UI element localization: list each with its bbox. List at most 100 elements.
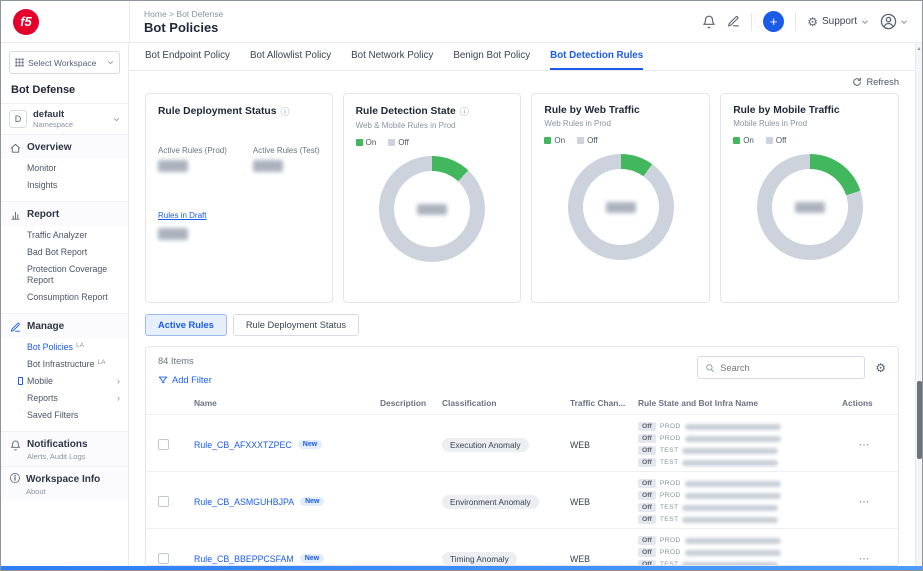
redacted-infra-name — [684, 537, 781, 544]
workspace-selector-label: Select Workspace — [28, 57, 97, 68]
sidebar-item-manage[interactable]: Manage — [1, 313, 128, 338]
rules-in-draft-link[interactable]: Rules in Draft — [158, 211, 206, 220]
scrollbar-thumb[interactable] — [917, 381, 922, 459]
rule-name-link[interactable]: Rule_CB_ASMGUHBJPA — [194, 497, 294, 507]
sidebar-item-traffic-analyzer[interactable]: Traffic Analyzer — [1, 227, 128, 244]
namespace-selector[interactable]: D default Namespace — [1, 103, 128, 135]
vertical-scrollbar[interactable]: ▲ — [915, 43, 922, 566]
subtab-active-rules[interactable]: Active Rules — [145, 314, 227, 336]
workspace-selector[interactable]: Select Workspace — [9, 51, 120, 74]
redacted-infra-name — [682, 459, 779, 466]
sidebar-item-bot-infrastructure[interactable]: Bot Infrastructure LA — [1, 356, 128, 373]
topbar-main: Home > Bot Defense Bot Policies + ⚙ Supp… — [129, 1, 922, 42]
sidebar-item-monitor[interactable]: Monitor — [1, 160, 128, 177]
card-title: Rule by Web Traffic — [544, 105, 640, 116]
card-title: Rule Detection State — [355, 106, 456, 117]
items-count: 84 Items — [158, 356, 194, 366]
rule-state-toggle: Off — [638, 491, 656, 500]
rule-state-toggle: Off — [638, 560, 656, 565]
topbar-divider — [795, 12, 797, 31]
legend-off-swatch — [388, 139, 396, 146]
env-label: TEST — [659, 459, 679, 466]
user-account-button[interactable] — [880, 13, 908, 30]
env-label: TEST — [659, 447, 679, 454]
column-header-description[interactable]: Description — [380, 398, 436, 408]
column-header-traffic[interactable]: Traffic Chan... — [570, 398, 632, 408]
tab-bot-allowlist-policy[interactable]: Bot Allowlist Policy — [250, 43, 331, 70]
card-rule-by-mobile-traffic: Rule by Mobile Traffic Mobile Rules in P… — [720, 93, 899, 303]
tab-benign-bot-policy[interactable]: Benign Bot Policy — [453, 43, 530, 70]
sidebar-item-protection-coverage-report[interactable]: Protection Coverage Report — [1, 261, 128, 289]
row-actions-menu[interactable]: ⋯ — [842, 495, 886, 508]
row-checkbox[interactable] — [158, 496, 169, 507]
sidebar-item-notifications[interactable]: Notifications Alerts, Audit Logs — [1, 432, 128, 467]
redacted-infra-name — [682, 561, 779, 565]
add-new-button[interactable]: + — [763, 11, 785, 32]
sidebar-item-overview[interactable]: Overview — [1, 135, 128, 159]
env-label: PROD — [659, 480, 681, 487]
edit-pencil-button[interactable] — [727, 15, 740, 28]
f5-logo[interactable]: f5 — [13, 8, 39, 35]
notifications-bell-button[interactable] — [702, 15, 716, 29]
row-actions-menu[interactable]: ⋯ — [842, 552, 886, 565]
rule-name-link[interactable]: Rule_CB_BBEPPCSFAM — [194, 554, 294, 564]
sidebar-item-report[interactable]: Report — [1, 201, 128, 226]
table-row: Rule_CB_ASMGUHBJPA New Environment Anoma… — [146, 472, 898, 529]
tab-bot-endpoint-policy[interactable]: Bot Endpoint Policy — [145, 43, 230, 70]
row-checkbox[interactable] — [158, 553, 169, 564]
sidebar-item-insights[interactable]: Insights — [1, 177, 128, 194]
sidebar-item-workspace-info[interactable]: ⓘ Workspace Info About — [1, 467, 128, 502]
sidebar-section-report: Report Traffic Analyzer Bad Bot Report P… — [1, 201, 128, 314]
info-icon[interactable]: ⓘ — [460, 105, 469, 118]
tab-bot-network-policy[interactable]: Bot Network Policy — [351, 43, 433, 70]
rule-state-cell: OffPROD OffPROD OffTEST OffTEST — [638, 479, 836, 524]
namespace-type: Namespace — [33, 120, 74, 129]
row-checkbox[interactable] — [158, 439, 169, 450]
subtab-rule-deployment-status[interactable]: Rule Deployment Status — [232, 314, 360, 336]
refresh-button[interactable]: Refresh — [852, 77, 899, 87]
redacted-infra-name — [684, 480, 781, 487]
app-window: f5 Home > Bot Defense Bot Policies + ⚙ S… — [0, 0, 923, 571]
rule-state-toggle: Off — [638, 446, 656, 455]
support-menu-button[interactable]: ⚙ Support — [807, 16, 869, 28]
page-title: Bot Policies — [144, 19, 219, 35]
support-label: Support — [821, 16, 857, 27]
search-input[interactable] — [720, 362, 858, 373]
column-header-classification[interactable]: Classification — [442, 398, 564, 408]
summary-cards: Rule Deployment Status ⓘ Active Rules (P… — [129, 91, 915, 303]
column-header-name[interactable]: Name — [194, 398, 374, 408]
chevron-down-icon — [900, 18, 908, 26]
info-icon: ⓘ — [10, 474, 20, 486]
rule-name-link[interactable]: Rule_CB_AFXXXTZPEC — [194, 440, 292, 450]
breadcrumb-home-link[interactable]: Home — [144, 9, 167, 19]
column-header-rule-state[interactable]: Rule State and Bot Infra Name — [638, 398, 836, 408]
table-settings-gear-icon[interactable]: ⚙ — [875, 362, 886, 374]
chevron-down-icon — [113, 116, 120, 123]
row-actions-menu[interactable]: ⋯ — [842, 438, 886, 451]
rule-state-cell: OffPROD OffPROD OffTEST OffTEST — [638, 422, 836, 467]
table-row: Rule_CB_AFXXXTZPEC New Execution Anomaly… — [146, 415, 898, 472]
info-icon[interactable]: ⓘ — [280, 105, 289, 118]
add-filter-button[interactable]: Add Filter — [158, 375, 212, 385]
card-subtitle: Web Rules in Prod — [544, 119, 611, 128]
new-badge: New — [299, 554, 325, 563]
redacted-stat-value — [158, 228, 188, 240]
sidebar-item-consumption-report[interactable]: Consumption Report — [1, 289, 128, 306]
workspace-info-label: Workspace Info — [26, 474, 101, 486]
sidebar-section-manage: Manage Bot Policies LA Bot Infrastructur… — [1, 313, 128, 433]
refresh-icon — [852, 77, 862, 87]
card-rule-deployment-status: Rule Deployment Status ⓘ Active Rules (P… — [145, 93, 333, 303]
sidebar-item-bot-policies[interactable]: Bot Policies LA — [1, 339, 128, 356]
scrollbar-up-arrow-icon[interactable]: ▲ — [916, 43, 922, 52]
sidebar-item-reports[interactable]: Reports › — [1, 390, 128, 407]
legend-on-swatch — [544, 137, 552, 144]
overview-icon — [10, 143, 21, 154]
redacted-infra-name — [684, 549, 781, 556]
traffic-channel: WEB — [570, 439, 591, 450]
sidebar-item-bad-bot-report[interactable]: Bad Bot Report — [1, 244, 128, 261]
sidebar-item-saved-filters[interactable]: Saved Filters — [1, 407, 128, 424]
tab-bot-detection-rules[interactable]: Bot Detection Rules — [550, 43, 644, 70]
chevron-down-icon — [107, 59, 114, 66]
sidebar-item-mobile[interactable]: Mobile › — [1, 373, 128, 390]
donut-legend: On Off — [544, 136, 697, 145]
